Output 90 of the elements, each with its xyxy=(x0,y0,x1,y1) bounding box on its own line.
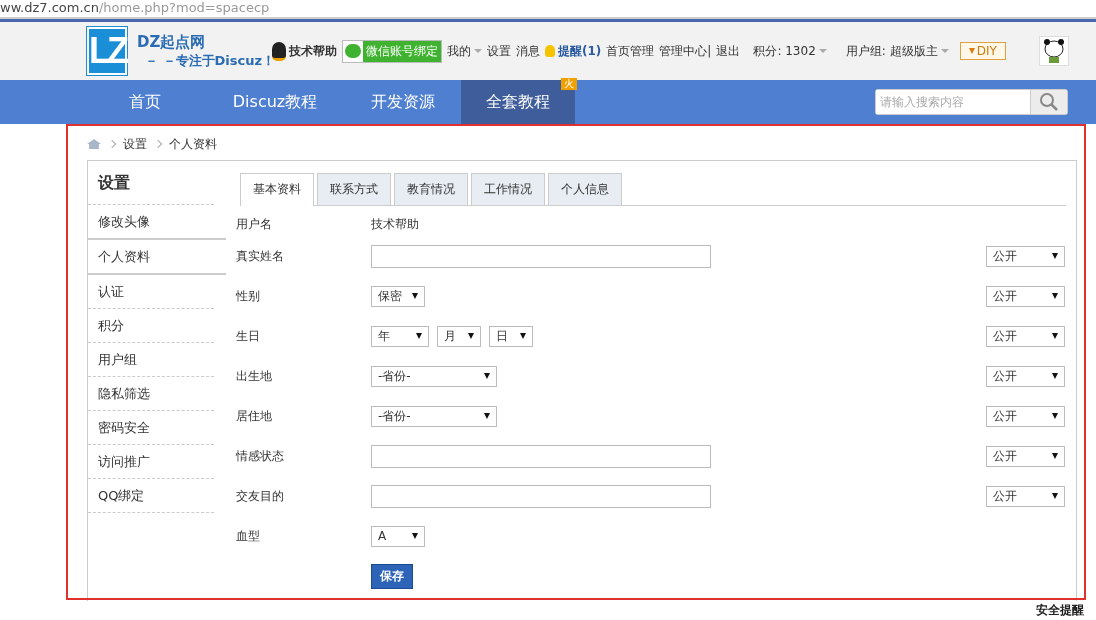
sidebar-item[interactable]: 认证 xyxy=(88,275,214,309)
tab[interactable]: 基本资料 xyxy=(240,173,314,206)
caret-icon xyxy=(1052,493,1058,499)
caret-icon xyxy=(412,293,418,299)
caret-icon xyxy=(1052,453,1058,459)
nav-tab[interactable]: 开发资源 xyxy=(347,80,459,124)
header-link[interactable]: 消息 xyxy=(516,42,540,60)
header-link[interactable]: 退出 xyxy=(716,42,741,60)
caret-icon xyxy=(1052,293,1058,299)
tab[interactable]: 联系方式 xyxy=(317,173,391,205)
caret-icon xyxy=(416,333,422,339)
header-link[interactable]: 管理中心| xyxy=(659,42,712,60)
dropdown[interactable]: 月 xyxy=(437,325,481,347)
sidebar-item[interactable]: QQ绑定 xyxy=(88,479,214,513)
sidebar-item[interactable]: 密码安全 xyxy=(88,411,214,445)
caret-icon xyxy=(1052,333,1058,339)
text-field[interactable] xyxy=(371,444,711,468)
avatar-icon[interactable] xyxy=(1039,36,1069,66)
field-label: 情感状态 xyxy=(236,447,285,465)
site-name: DZ起点网 xyxy=(137,32,207,52)
sidebar-item[interactable]: 用户组 xyxy=(88,343,214,377)
tab[interactable]: 教育情况 xyxy=(394,173,468,205)
sidebar-item[interactable]: 修改头像 xyxy=(88,205,214,239)
save-button[interactable]: 保存 xyxy=(371,563,413,589)
search-button[interactable] xyxy=(1030,90,1067,114)
field-value: 技术帮助 xyxy=(371,215,419,233)
search-icon xyxy=(1039,92,1059,112)
field-label: 出生地 xyxy=(236,367,273,385)
dropdown[interactable]: 年 xyxy=(371,325,429,347)
dropdown[interactable]: -省份- xyxy=(371,405,497,427)
site-logo[interactable]: LZ xyxy=(87,27,127,75)
sidebar-item[interactable]: 个人资料 xyxy=(88,238,226,275)
dropdown[interactable]: 日 xyxy=(489,325,533,347)
field-label: 居住地 xyxy=(236,407,273,425)
caret-icon xyxy=(412,533,418,539)
home-icon[interactable] xyxy=(87,139,101,149)
dropdown[interactable]: 公开 xyxy=(986,245,1065,267)
text-field[interactable] xyxy=(371,244,711,268)
dropdown[interactable]: 公开 xyxy=(986,285,1065,307)
field-label: 用户名 xyxy=(236,215,273,233)
breadcrumb-link[interactable]: 设置 xyxy=(123,135,147,153)
caret-icon xyxy=(468,333,474,339)
menu-link[interactable]: 积分: 1302 xyxy=(753,42,816,60)
field-label: 血型 xyxy=(236,527,261,545)
breadcrumb-link[interactable]: 个人资料 xyxy=(169,135,217,153)
notification-link[interactable]: 提醒(1) xyxy=(558,42,602,60)
caret-icon xyxy=(520,333,526,339)
dropdown[interactable]: 公开 xyxy=(986,325,1065,347)
sidebar-item[interactable]: 隐私筛选 xyxy=(88,377,214,411)
lightbulb-icon xyxy=(545,45,555,57)
nav-tab[interactable]: 全套教程 火 xyxy=(461,80,575,124)
field-label: 性别 xyxy=(236,287,261,305)
caret-icon xyxy=(1052,253,1058,259)
caret-icon xyxy=(940,49,949,53)
menu-link[interactable]: 用户组: 超级版主 xyxy=(845,42,938,60)
field-label: 真实姓名 xyxy=(236,247,285,265)
dropdown[interactable]: 公开 xyxy=(986,365,1065,387)
down-arrow-icon xyxy=(968,48,975,54)
tab[interactable]: 个人信息 xyxy=(548,173,622,205)
field-label: 生日 xyxy=(236,327,261,345)
security-notice-link[interactable]: 安全提醒 xyxy=(1036,602,1084,619)
nav-tab[interactable]: Discuz教程 xyxy=(205,80,345,124)
sidebar-item[interactable]: 积分 xyxy=(88,309,214,343)
caret-icon xyxy=(484,373,490,379)
dropdown[interactable]: 公开 xyxy=(986,485,1065,507)
dropdown[interactable]: 保密 xyxy=(371,285,425,307)
sidebar-item[interactable]: 访问推广 xyxy=(88,445,214,479)
dropdown[interactable]: 公开 xyxy=(986,405,1065,427)
caret-icon xyxy=(484,413,490,419)
dropdown[interactable]: A xyxy=(371,525,425,547)
caret-icon xyxy=(1052,373,1058,379)
text-field[interactable] xyxy=(371,484,711,508)
tab[interactable]: 工作情况 xyxy=(471,173,545,205)
menu-link[interactable]: 我的 xyxy=(447,42,471,60)
header-link[interactable]: 首页管理 xyxy=(606,42,655,60)
search-field[interactable]: 请输入搜索内容 xyxy=(875,89,1068,115)
caret-icon xyxy=(1052,413,1058,419)
sidebar-title: 设置 xyxy=(88,161,214,205)
caret-icon xyxy=(818,49,827,53)
url-host: ww.dz7.com.cn xyxy=(0,0,99,15)
user-link[interactable]: 技术帮助 xyxy=(289,42,337,60)
field-label: 交友目的 xyxy=(236,487,285,505)
nav-tab[interactable]: 首页 xyxy=(87,80,203,124)
site-slogan: － －专注于Discuz！ xyxy=(145,51,276,70)
dropdown[interactable]: -省份- xyxy=(371,365,497,387)
url-path: /home.php?mod=spacecp xyxy=(98,0,270,15)
header-link[interactable]: 设置 xyxy=(487,42,511,60)
hot-badge: 火 xyxy=(561,78,577,90)
caret-icon xyxy=(474,49,482,53)
dropdown[interactable]: 公开 xyxy=(986,445,1065,467)
